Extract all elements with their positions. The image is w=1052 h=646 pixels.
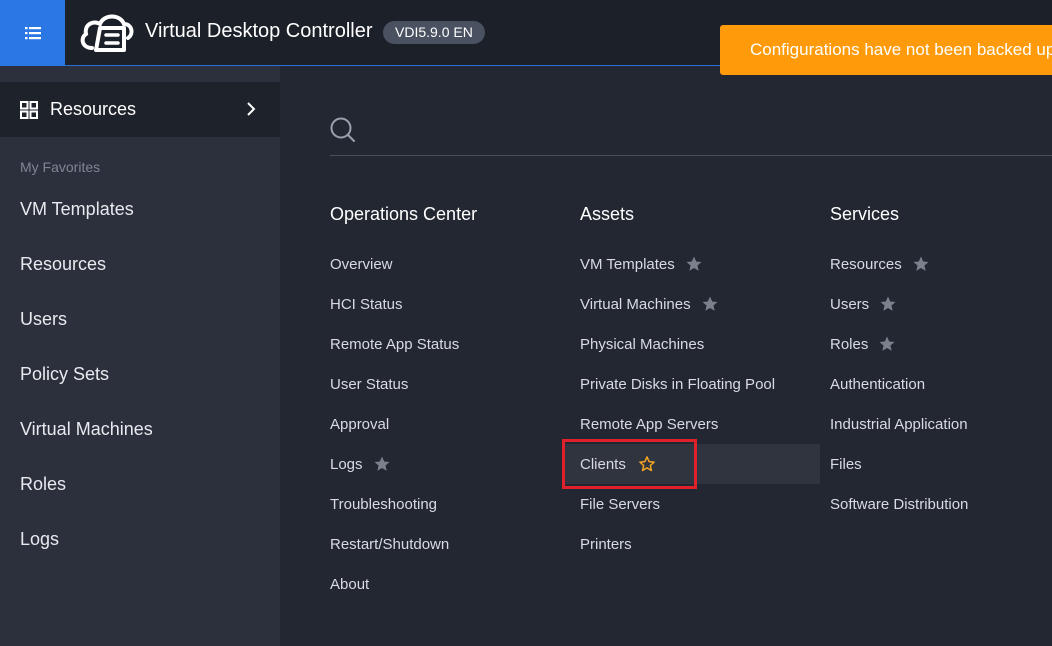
- link-label: Physical Machines: [580, 335, 705, 353]
- link-roles[interactable]: Roles: [830, 334, 896, 354]
- link-label: Private Disks in Floating Pool: [580, 375, 776, 393]
- link-restart-shutdown[interactable]: Restart/Shutdown: [330, 534, 449, 554]
- link-label: Restart/Shutdown: [330, 535, 450, 553]
- link-overview[interactable]: Overview: [330, 254, 393, 274]
- link-label: Authentication: [830, 375, 926, 393]
- star-filled-icon[interactable]: [701, 295, 719, 313]
- link-printers[interactable]: Printers: [580, 534, 632, 554]
- sidebar: Resources My Favorites VM Templates Reso…: [0, 66, 280, 646]
- menu-toggle-button[interactable]: [0, 0, 65, 66]
- star-filled-icon[interactable]: [879, 295, 897, 313]
- link-label: Roles: [830, 335, 869, 353]
- version-badge: VDI5.9.0 EN: [383, 21, 485, 44]
- link-industrial-application[interactable]: Industrial Application: [830, 414, 968, 434]
- notice-text: Configurations have not been backed up: [750, 40, 1052, 59]
- hamburger-menu-icon: [24, 27, 41, 40]
- sidebar-resources-header[interactable]: Resources: [0, 82, 280, 137]
- favorites-heading: My Favorites: [20, 159, 101, 175]
- star-filled-icon[interactable]: [878, 335, 896, 353]
- link-label: Resources: [830, 255, 902, 273]
- link-label: Software Distribution: [830, 495, 969, 513]
- sidebar-item-users[interactable]: Users: [0, 299, 280, 339]
- link-files[interactable]: Files: [830, 454, 862, 474]
- link-label: Industrial Application: [830, 415, 968, 433]
- link-label: Virtual Machines: [580, 295, 691, 313]
- sidebar-item-resources[interactable]: Resources: [0, 244, 280, 284]
- backup-warning-notice[interactable]: Configurations have not been backed up: [720, 25, 1052, 75]
- search-icon: [330, 117, 355, 142]
- chevron-right-icon: [247, 102, 256, 116]
- link-vm-templates[interactable]: VM Templates: [580, 254, 703, 274]
- link-label: Remote App Servers: [580, 415, 719, 433]
- link-hci-status[interactable]: HCI Status: [330, 294, 403, 314]
- sidebar-item-vm-templates[interactable]: VM Templates: [0, 189, 280, 229]
- link-label: Approval: [330, 415, 390, 433]
- link-label: Files: [830, 455, 862, 473]
- link-private-disks[interactable]: Private Disks in Floating Pool: [580, 374, 775, 394]
- sidebar-item-virtual-machines[interactable]: Virtual Machines: [0, 409, 280, 449]
- link-virtual-machines[interactable]: Virtual Machines: [580, 294, 719, 314]
- link-troubleshooting[interactable]: Troubleshooting: [330, 494, 437, 514]
- link-resources[interactable]: Resources: [830, 254, 930, 274]
- sidebar-item-roles[interactable]: Roles: [0, 464, 280, 504]
- star-filled-icon[interactable]: [912, 255, 930, 273]
- link-label: Overview: [330, 255, 393, 273]
- link-label: About: [330, 575, 370, 593]
- link-authentication[interactable]: Authentication: [830, 374, 925, 394]
- link-label: Remote App Status: [330, 335, 460, 353]
- link-label: Printers: [580, 535, 632, 553]
- link-label: File Servers: [580, 495, 661, 513]
- link-remote-app-servers[interactable]: Remote App Servers: [580, 414, 718, 434]
- grid-icon: [20, 100, 38, 119]
- link-user-status[interactable]: User Status: [330, 374, 408, 394]
- link-label: Logs: [330, 455, 363, 473]
- link-users[interactable]: Users: [830, 294, 897, 314]
- link-about[interactable]: About: [330, 574, 369, 594]
- assets-heading: Assets: [580, 204, 635, 224]
- link-approval[interactable]: Approval: [330, 414, 389, 434]
- link-label: Users: [830, 295, 870, 313]
- sidebar-resources-label: Resources: [50, 99, 137, 119]
- link-label: HCI Status: [330, 295, 403, 313]
- cloud-logo-icon: [80, 14, 134, 52]
- search-input[interactable]: [366, 116, 1026, 148]
- sidebar-item-logs[interactable]: Logs: [0, 519, 280, 559]
- search-bar: [330, 112, 1052, 156]
- sidebar-item-policy-sets[interactable]: Policy Sets: [0, 354, 280, 394]
- link-remote-app-status[interactable]: Remote App Status: [330, 334, 459, 354]
- link-physical-machines[interactable]: Physical Machines: [580, 334, 704, 354]
- link-logs[interactable]: Logs: [330, 454, 391, 474]
- link-label: VM Templates: [580, 255, 675, 273]
- link-label: User Status: [330, 375, 409, 393]
- services-heading: Services: [830, 204, 900, 224]
- link-file-servers[interactable]: File Servers: [580, 494, 660, 514]
- star-filled-icon[interactable]: [373, 455, 391, 473]
- highlight-annotation-box: [562, 439, 697, 489]
- star-filled-icon[interactable]: [685, 255, 703, 273]
- operations-center-heading: Operations Center: [330, 204, 478, 224]
- link-label: Troubleshooting: [330, 495, 438, 513]
- link-software-distribution[interactable]: Software Distribution: [830, 494, 968, 514]
- app-title: Virtual Desktop Controller: [145, 20, 373, 42]
